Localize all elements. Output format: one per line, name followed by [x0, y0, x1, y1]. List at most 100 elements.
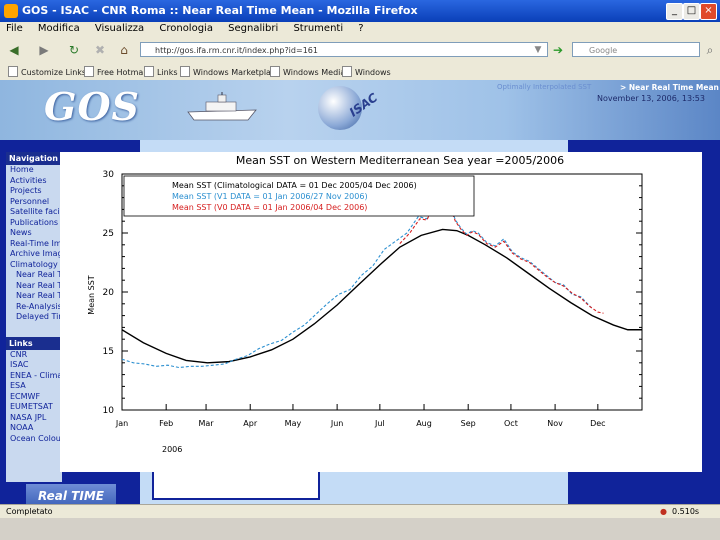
x-tick-label: Jan — [115, 419, 128, 428]
x-tick-label: Jun — [330, 419, 344, 428]
search-icon[interactable]: ⌕ — [702, 42, 718, 58]
legend-entry: Mean SST (Climatological DATA = 01 Dec 2… — [172, 181, 417, 190]
y-tick-label: 25 — [103, 229, 114, 239]
link-item[interactable]: ISAC — [6, 360, 62, 371]
bookmark-item[interactable]: Windows Media — [270, 66, 345, 77]
legend-entry: Mean SST (V1 DATA = 01 Jan 2006/27 Nov 2… — [172, 192, 368, 201]
window-title: GOS - ISAC - CNR Roma :: Near Real Time … — [22, 4, 418, 17]
link-item[interactable]: EUMETSAT — [6, 402, 62, 413]
sidebar-subitem[interactable]: Near Real Time — [6, 281, 77, 292]
sidebar-item-satellite[interactable]: Satellite facilities — [6, 207, 79, 218]
gos-logo[interactable]: GOS — [44, 84, 140, 129]
close-button[interactable]: × — [700, 3, 717, 20]
menu-bar: File Modifica Visualizza Cronologia Segn… — [0, 22, 720, 38]
sidebar-item-activities[interactable]: Activities — [6, 176, 62, 187]
maximize-button[interactable]: □ — [683, 3, 700, 20]
page-icon — [144, 66, 154, 77]
sidebar-subitem[interactable]: Near Real Time — [6, 270, 77, 281]
taskbar — [0, 518, 720, 540]
series-line-1 — [121, 198, 593, 369]
menu-history[interactable]: Cronologia — [153, 22, 219, 34]
link-item[interactable]: CNR — [6, 350, 62, 361]
sidebar-item-realtime[interactable]: Real-Time Images — [6, 239, 81, 250]
ship-illustration — [187, 92, 257, 121]
bookmark-item[interactable]: Windows Marketplace — [180, 66, 280, 77]
search-field[interactable]: Google — [572, 42, 700, 57]
status-icon: ● — [660, 507, 667, 516]
sidebar-item-climatology[interactable]: Climatology — [6, 260, 62, 271]
bookmark-item[interactable]: Links — [144, 66, 178, 77]
page-icon — [342, 66, 352, 77]
chart-legend: Mean SST (Climatological DATA = 01 Dec 2… — [123, 175, 475, 217]
link-item[interactable]: ENEA - Climate — [6, 371, 70, 382]
chart-title: Mean SST on Western Mediterranean Sea ye… — [236, 154, 564, 167]
menu-edit[interactable]: Modifica — [32, 22, 86, 34]
menu-help[interactable]: ? — [352, 22, 369, 34]
firefox-icon — [4, 4, 18, 18]
sidebar: Navigation Home Activities Projects Pers… — [6, 152, 81, 482]
x-tick-label: Dec — [590, 419, 605, 428]
y-tick-label: 30 — [103, 170, 115, 180]
status-timing: 0.510s — [672, 507, 700, 516]
link-item[interactable]: Ocean Colour — [6, 434, 64, 445]
x-tick-label: Jul — [374, 419, 385, 428]
bookmark-item[interactable]: Windows — [342, 66, 391, 77]
legend-entry: Mean SST (V0 DATA = 01 Jan 2006/04 Dec 2… — [172, 203, 367, 212]
menu-view[interactable]: Visualizza — [89, 22, 150, 34]
y-axis-label: Mean SST — [87, 275, 96, 314]
x-tick-label: Sep — [461, 419, 476, 428]
page-icon — [8, 66, 18, 77]
x-tick-label: Aug — [416, 419, 432, 428]
page-date: November 13, 2006, 13:53 — [597, 94, 705, 103]
section-link[interactable]: Optimally Interpolated SST — [497, 83, 591, 91]
sidebar-subitem[interactable]: Re-Analysis — [6, 302, 62, 313]
minimize-button[interactable]: _ — [666, 3, 683, 20]
section-title: > Near Real Time Mean — [620, 83, 719, 92]
status-text: Completato — [6, 507, 53, 516]
content-box — [152, 468, 320, 500]
sidebar-item-publications[interactable]: Publications — [6, 218, 62, 229]
url-field[interactable]: http://gos.ifa.rm.cnr.it/index.php?id=16… — [140, 42, 548, 57]
series-line-0 — [121, 228, 642, 364]
y-tick-label: 20 — [103, 288, 115, 298]
x-tick-label: Feb — [159, 419, 173, 428]
url-dropdown-icon[interactable]: ▼ — [530, 42, 546, 58]
navigation-heading: Navigation — [6, 152, 62, 165]
links-heading: Links — [6, 336, 62, 350]
home-icon[interactable]: ⌂ — [116, 42, 132, 58]
sidebar-item-news[interactable]: News — [6, 228, 62, 239]
sst-chart-figure: Mean SST on Western Mediterranean Sea ye… — [60, 152, 702, 472]
go-arrow-icon[interactable]: ➔ — [550, 42, 566, 58]
sidebar-item-archive[interactable]: Archive Images — [6, 249, 72, 260]
real-time-promo-button[interactable]: Real TIME HERE! — [26, 484, 116, 504]
bookmark-item[interactable]: Customize Links — [8, 66, 86, 77]
sidebar-item-home[interactable]: Home — [6, 165, 62, 176]
chart-series-lines — [121, 198, 642, 369]
site-banner: GOS ISAC Optimally Interpolated SST > Ne… — [0, 80, 720, 140]
menu-file[interactable]: File — [0, 22, 29, 34]
bookmark-item[interactable]: Free Hotmail — [84, 66, 148, 77]
forward-arrow-icon[interactable]: ▶ — [36, 42, 52, 58]
link-item[interactable]: ESA — [6, 381, 62, 392]
menu-tools[interactable]: Strumenti — [287, 22, 349, 34]
window-title-bar[interactable]: GOS - ISAC - CNR Roma :: Near Real Time … — [0, 0, 720, 22]
menu-bookmarks[interactable]: Segnalibri — [222, 22, 284, 34]
link-item[interactable]: NASA JPL — [6, 413, 62, 424]
sidebar-item-personnel[interactable]: Personnel — [6, 197, 62, 208]
x-tick-label: Oct — [504, 419, 518, 428]
x-tick-label: Nov — [547, 419, 563, 428]
y-tick-label: 15 — [103, 347, 114, 357]
y-tick-label: 10 — [103, 406, 115, 416]
page-icon — [270, 66, 280, 77]
reload-icon[interactable]: ↻ — [66, 42, 82, 58]
x-tick-label: Mar — [199, 419, 215, 428]
stop-icon[interactable]: ✖ — [92, 42, 108, 58]
x-tick-label: May — [285, 419, 302, 428]
back-arrow-icon[interactable]: ◀ — [6, 42, 22, 58]
page-icon — [84, 66, 94, 77]
sidebar-item-projects[interactable]: Projects — [6, 186, 62, 197]
sidebar-subitem[interactable]: Near Real Time — [6, 291, 77, 302]
link-item[interactable]: NOAA — [6, 423, 62, 434]
sidebar-subitem[interactable]: Delayed Time — [6, 312, 71, 323]
link-item[interactable]: ECMWF — [6, 392, 62, 403]
